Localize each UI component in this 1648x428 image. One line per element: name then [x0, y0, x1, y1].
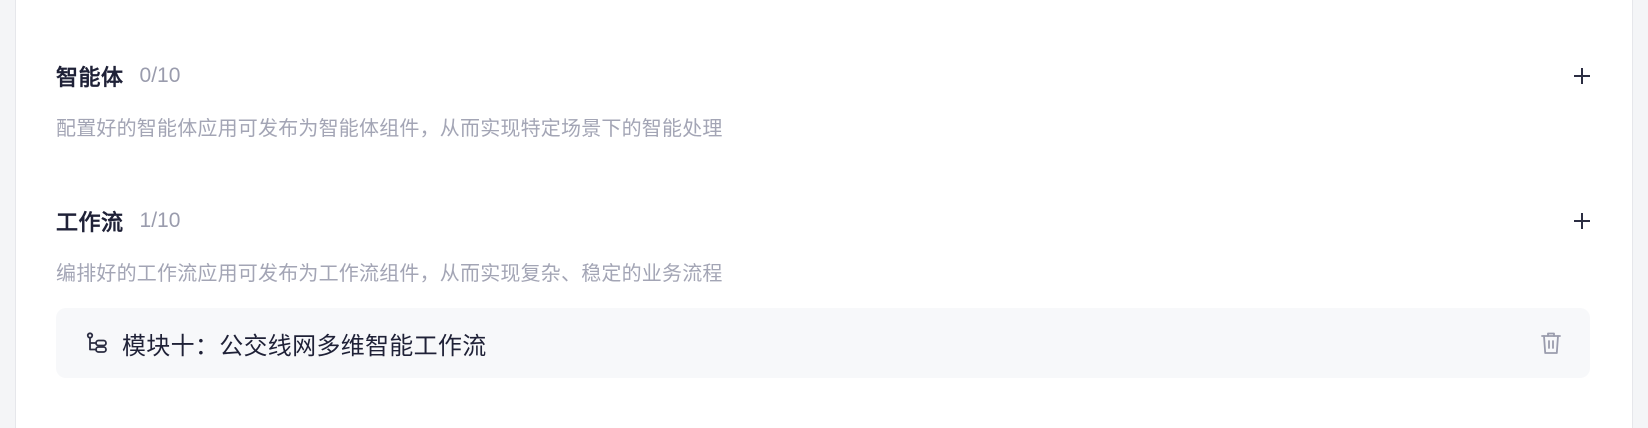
- delete-workflow-button[interactable]: [1538, 330, 1564, 356]
- workflows-section-header: 工作流 1/10: [56, 203, 1604, 239]
- agents-description: 配置好的智能体应用可发布为智能体组件，从而实现特定场景下的智能处理: [56, 116, 723, 140]
- settings-panel: 智能体 0/10 配置好的智能体应用可发布为智能体组件，从而实现特定场景下的智能…: [15, 0, 1633, 428]
- workflows-section: 工作流 1/10 编排好的工作流应用可发布为工作流组件，从而实现复杂、稳定的业务…: [56, 203, 1604, 286]
- workflow-list-item[interactable]: 模块十：公交线网多维智能工作流: [56, 308, 1590, 378]
- add-workflow-button[interactable]: [1570, 209, 1594, 233]
- workflows-description: 编排好的工作流应用可发布为工作流组件，从而实现复杂、稳定的业务流程: [56, 261, 723, 285]
- add-agent-button[interactable]: [1570, 64, 1594, 88]
- workflows-count: 1/10: [139, 209, 181, 232]
- trash-icon: [1541, 332, 1561, 354]
- agents-section-header: 智能体 0/10: [56, 58, 1604, 94]
- plus-icon: [1574, 213, 1590, 229]
- agents-section: 智能体 0/10 配置好的智能体应用可发布为智能体组件，从而实现特定场景下的智能…: [56, 58, 1604, 141]
- workflows-section-title: 工作流: [56, 211, 124, 236]
- plus-icon: [1574, 68, 1590, 84]
- workflow-item-label: 模块十：公交线网多维智能工作流: [122, 331, 487, 360]
- agents-count: 0/10: [139, 64, 181, 87]
- agents-section-title: 智能体: [56, 66, 124, 91]
- workflow-icon: [84, 330, 110, 356]
